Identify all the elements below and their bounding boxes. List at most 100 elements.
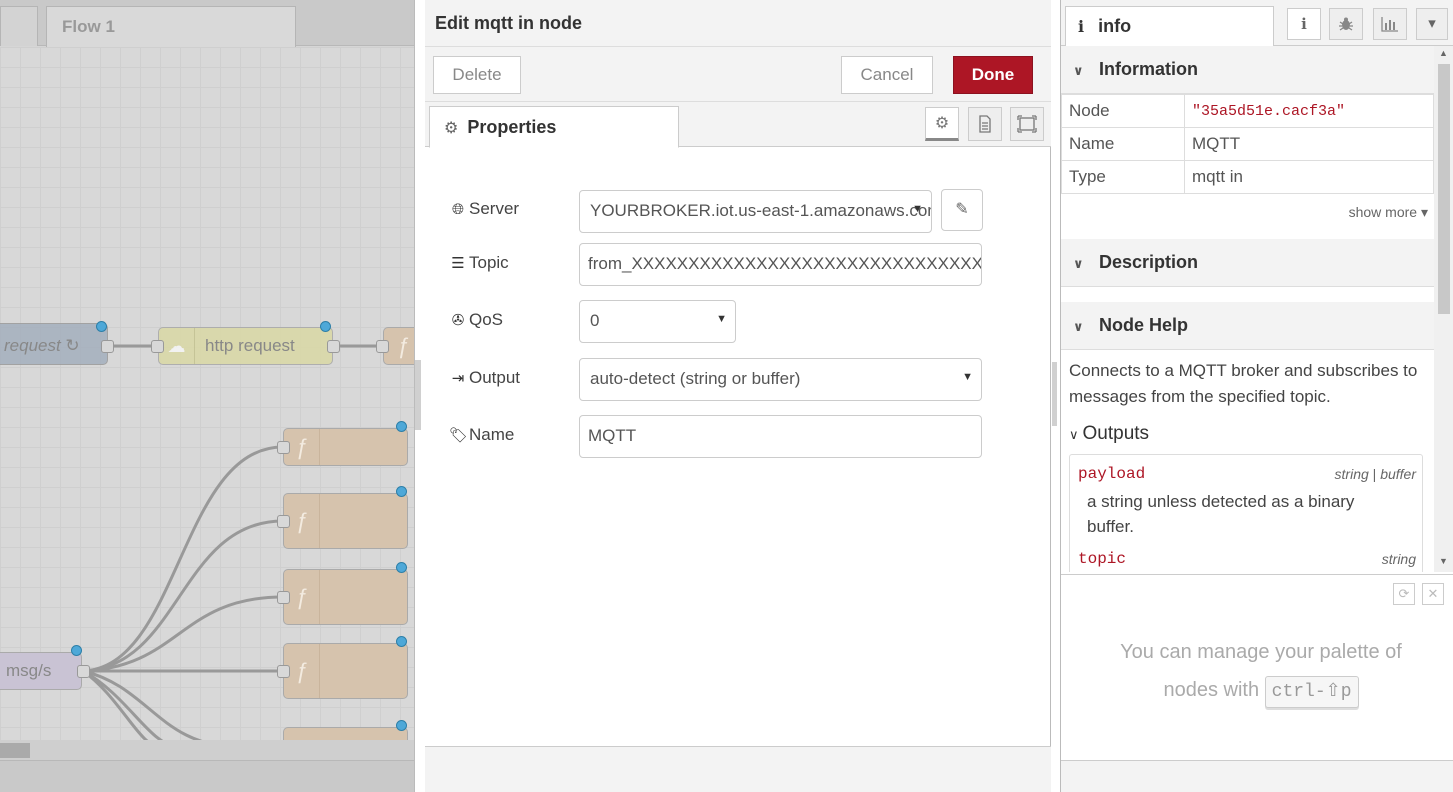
scroll-up-icon[interactable]: ▲	[1439, 48, 1448, 58]
table-row: Node "35a5d51e.cacf3a"	[1061, 94, 1434, 128]
output-row: ⇥ Output auto-detect (string or buffer) ▼	[449, 358, 1009, 402]
node-input-port[interactable]	[277, 441, 290, 454]
cancel-button[interactable]: Cancel	[841, 56, 933, 94]
function-node[interactable]: ƒ	[283, 428, 408, 466]
workspace-footer	[0, 760, 414, 792]
keyboard-shortcut: ctrl-⇧p	[1264, 676, 1359, 708]
node-input-port[interactable]	[376, 340, 389, 353]
sign-out-icon: ⇥	[451, 370, 465, 387]
table-row: Name MQTT	[1061, 127, 1434, 161]
palette-tip-line-2-text: nodes with	[1163, 679, 1260, 701]
palette-tip-text: You can manage your palette of nodes wit…	[1091, 633, 1431, 709]
flow-canvas[interactable]: request ↻ ☁ http request ƒ ƒ ƒ ƒ ƒ msg/s	[0, 47, 414, 767]
server-select[interactable]: YOURBROKER.iot.us-east-1.amazonaws.com:8…	[579, 190, 932, 233]
bug-icon[interactable]	[1329, 8, 1363, 40]
info-key: Node	[1061, 94, 1185, 128]
node-output-port[interactable]	[77, 665, 90, 678]
request-node-label: request ↻	[4, 336, 80, 355]
edit-node-tray: Edit mqtt in node Delete Cancel Done ⚙ P…	[414, 0, 1051, 792]
chevron-down-icon: ∨	[1069, 427, 1079, 442]
qos-label: ✇ QoS	[449, 310, 503, 330]
qos-select-value: 0	[590, 311, 600, 330]
tray-resize-handle[interactable]	[415, 360, 421, 430]
refresh-icon[interactable]: ⟳	[1393, 583, 1415, 605]
scrollbar-thumb[interactable]	[1438, 64, 1450, 314]
function-node[interactable]: ƒ	[283, 569, 408, 625]
outputs-heading: Outputs	[1082, 423, 1150, 444]
tab-info-label: info	[1098, 16, 1132, 36]
sidebar-tab-bar: i info i ▾	[1061, 0, 1453, 47]
info-value: mqtt in	[1184, 160, 1434, 194]
output-label: ⇥ Output	[449, 368, 520, 388]
output-type-separator: |	[1372, 466, 1377, 482]
output-property-name: payload	[1078, 465, 1146, 483]
frame-icon[interactable]	[1010, 107, 1044, 141]
info-value: "35a5d51e.cacf3a"	[1184, 94, 1434, 128]
workspace-tab-previous[interactable]	[0, 6, 38, 46]
delete-button[interactable]: Delete	[433, 56, 521, 94]
tab-info[interactable]: i info	[1065, 6, 1274, 47]
output-select[interactable]: auto-detect (string or buffer) ▼	[579, 358, 982, 401]
outputs-list: payload string | buffer a string unless …	[1069, 454, 1423, 572]
outputs-header[interactable]: ∨ Outputs	[1069, 423, 1149, 445]
scroll-down-icon[interactable]: ▼	[1439, 556, 1448, 566]
chevron-down-icon: ∨	[1073, 63, 1084, 78]
sidebar-scrollbar[interactable]: ▲ ▼	[1434, 46, 1453, 572]
node-status-dot	[396, 636, 407, 647]
qos-row: ✇ QoS 0 ▼	[449, 300, 1009, 344]
node-output-port[interactable]	[327, 340, 340, 353]
topic-row: ☰ Topic from_XXXXXXXXXXXXXXXXXXXXXXXXXXXX…	[449, 243, 1009, 287]
node-help-heading: Node Help	[1099, 315, 1189, 335]
rate-node-label: msg/s	[6, 661, 52, 680]
chevron-down-icon: ▼	[716, 313, 727, 325]
name-label: 🏷︎Name	[449, 425, 514, 445]
sidebar-footer	[1061, 760, 1453, 792]
globe-icon: ☁	[159, 328, 195, 364]
description-section-header[interactable]: ∨ Description	[1061, 239, 1434, 287]
close-icon[interactable]: ✕	[1422, 583, 1444, 605]
scrollbar-thumb[interactable]	[0, 743, 30, 758]
description-heading: Description	[1099, 252, 1199, 272]
output-label-text: Output	[469, 368, 521, 387]
node-help-section-header[interactable]: ∨ Node Help	[1061, 302, 1434, 350]
done-button[interactable]: Done	[953, 56, 1033, 94]
node-output-port[interactable]	[101, 340, 114, 353]
qos-select[interactable]: 0 ▼	[579, 300, 736, 343]
info-icon[interactable]: i	[1287, 8, 1321, 40]
output-type-b: buffer	[1380, 466, 1416, 482]
globe-icon: 🌐︎	[451, 201, 464, 218]
chevron-down-icon: ∨	[1073, 319, 1084, 334]
document-icon[interactable]	[968, 107, 1002, 141]
sidebar-content[interactable]: ∨ Information Node "35a5d51e.cacf3a" Name…	[1061, 46, 1434, 572]
sidebar-resize-handle[interactable]	[1052, 362, 1057, 426]
function-node[interactable]: ƒ	[283, 493, 408, 549]
flow-workspace[interactable]: Flow 1 request ↻ ☁ http request ƒ ƒ ƒ ƒ …	[0, 0, 414, 792]
dropdown-icon[interactable]: ▾	[1416, 8, 1448, 40]
workspace-horizontal-scrollbar[interactable]	[0, 740, 414, 760]
tab-flow-1[interactable]: Flow 1	[46, 6, 296, 47]
empire-icon: ✇	[451, 312, 465, 329]
name-label-text: Name	[469, 425, 515, 444]
pencil-icon: ✎	[955, 201, 969, 218]
edit-server-button[interactable]: ✎	[941, 189, 983, 231]
node-input-port[interactable]	[151, 340, 164, 353]
tab-properties[interactable]: ⚙ Properties	[429, 106, 679, 148]
function-node[interactable]: ƒ	[283, 643, 408, 699]
node-input-port[interactable]	[277, 665, 290, 678]
node-input-port[interactable]	[277, 591, 290, 604]
node-input-port[interactable]	[277, 515, 290, 528]
output-property-description: a string unless detected as a binary buf…	[1087, 492, 1355, 536]
gear-icon[interactable]: ⚙	[925, 107, 959, 141]
information-section-header[interactable]: ∨ Information	[1061, 46, 1434, 94]
tag-icon: 🏷︎	[449, 427, 469, 444]
workspace-tab-bar: Flow 1	[0, 0, 414, 47]
topic-input[interactable]: from_XXXXXXXXXXXXXXXXXXXXXXXXXXXXXXXXXX	[579, 243, 982, 286]
chart-icon[interactable]	[1373, 8, 1407, 40]
show-more-link[interactable]: show more ▾	[1349, 204, 1428, 221]
node-status-dot	[396, 421, 407, 432]
topic-label-text: Topic	[469, 253, 509, 272]
name-input[interactable]: MQTT	[579, 415, 982, 458]
info-icon: i	[1078, 17, 1085, 36]
output-select-value: auto-detect (string or buffer)	[590, 369, 801, 388]
output-type-a: string	[1334, 466, 1369, 482]
